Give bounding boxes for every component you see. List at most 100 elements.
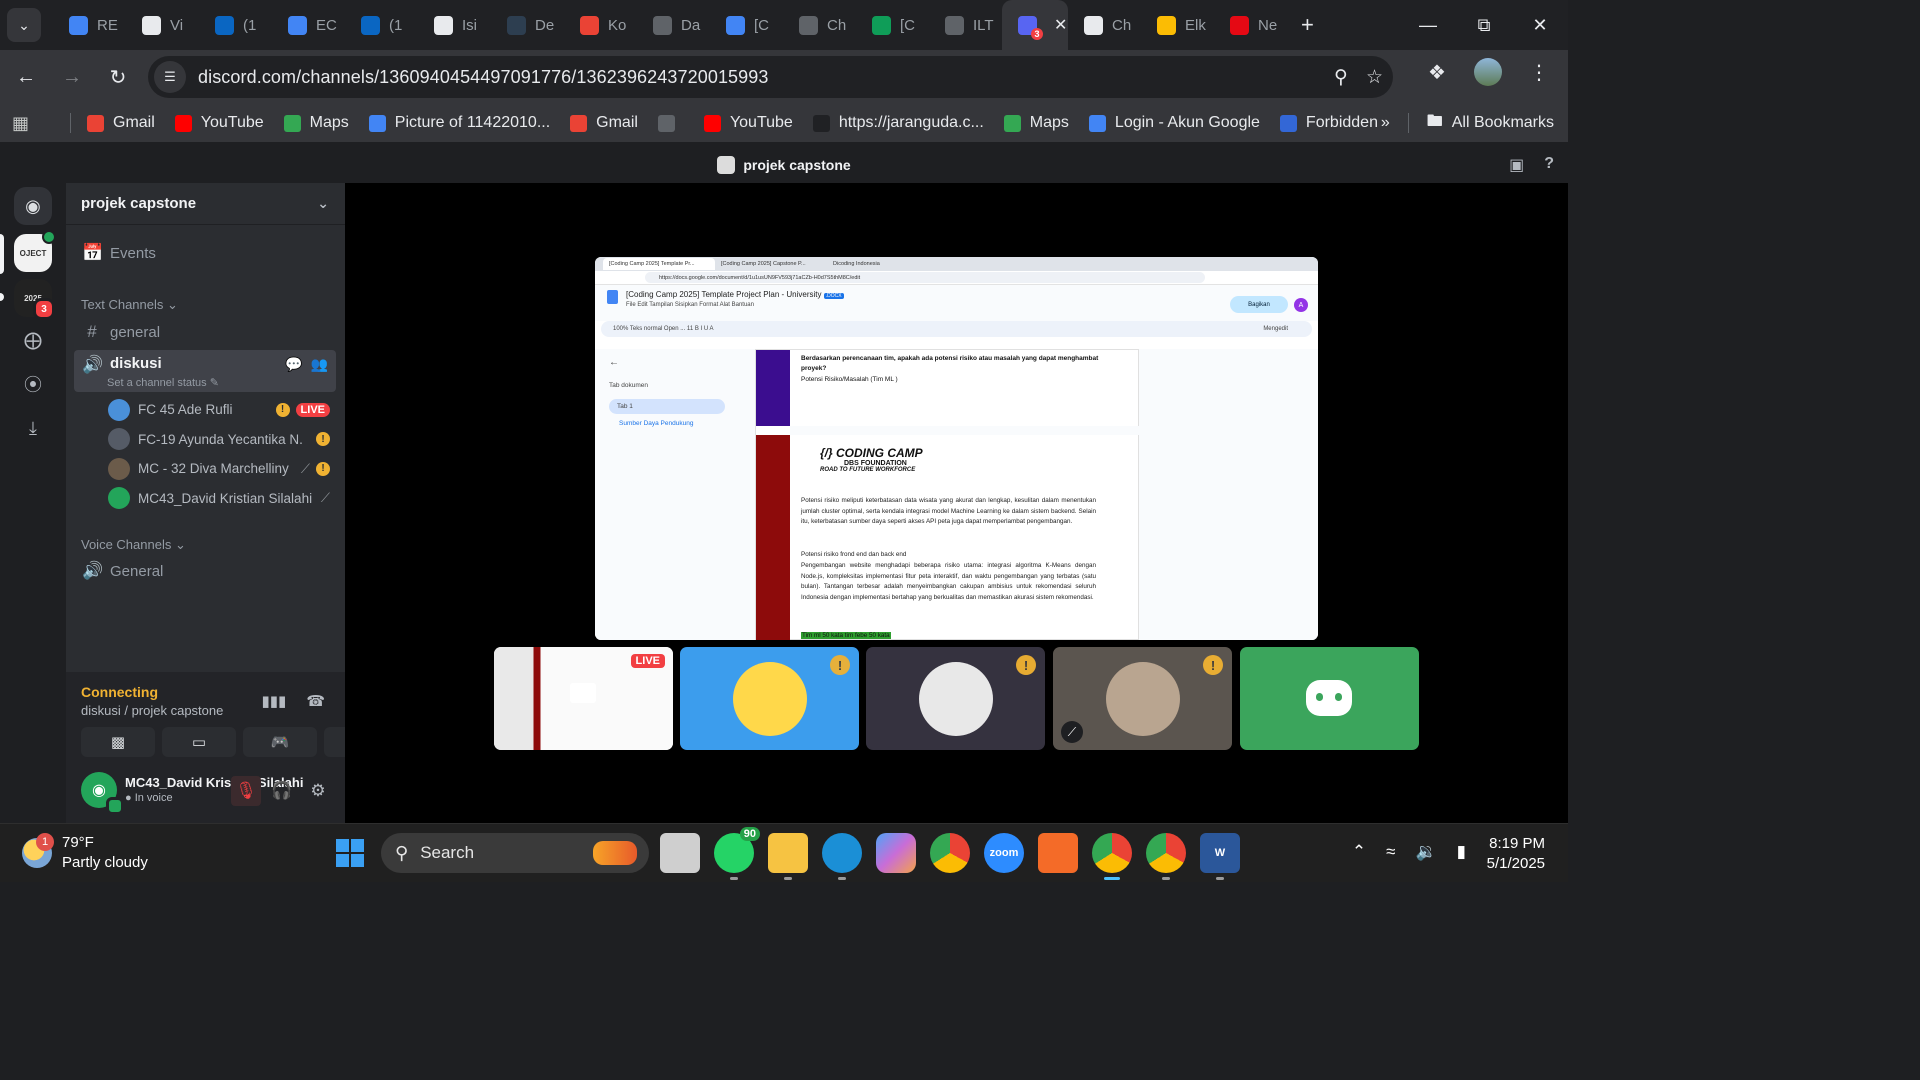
settings-gear-icon[interactable]: ⚙ xyxy=(303,776,333,806)
minimize-icon[interactable]: — xyxy=(1400,0,1456,50)
apps-grid-icon[interactable]: ▦ xyxy=(12,113,52,134)
server-header[interactable]: projek capstone ⌄ xyxy=(66,183,345,225)
weather-widget[interactable]: 1 79°F Partly cloudy xyxy=(22,833,148,873)
address-bar[interactable]: ☰ discord.com/channels/13609404544970917… xyxy=(148,56,1393,98)
bookmark-item[interactable]: Forbidden xyxy=(1279,114,1378,132)
new-tab-button[interactable]: + xyxy=(1301,12,1314,38)
download-icon[interactable]: ⤓ xyxy=(14,409,52,447)
browser-tab[interactable]: Ne xyxy=(1214,0,1287,50)
channel-general-voice[interactable]: 🔊 General xyxy=(74,555,336,587)
voice-user[interactable]: FC 45 Ade Rufli! LIVE xyxy=(108,395,338,424)
headphones-icon[interactable]: 🎧 xyxy=(267,776,297,806)
help-icon[interactable]: ? xyxy=(1544,155,1554,175)
browser-tab[interactable]: Isi xyxy=(418,0,491,50)
server-coding-camp[interactable]: 2025 3 xyxy=(14,279,55,320)
bookmark-item[interactable]: Maps xyxy=(1003,114,1069,132)
task-view-icon[interactable] xyxy=(660,833,700,873)
all-bookmarks-button[interactable]: 🖿 All Bookmarks xyxy=(1427,110,1554,137)
voice-user[interactable]: FC-19 Ayunda Yecantika N.! xyxy=(108,425,338,454)
word-icon[interactable]: W xyxy=(1200,833,1240,880)
browser-tab[interactable]: Vi xyxy=(126,0,199,50)
chrome-profile-icon[interactable] xyxy=(1146,833,1186,880)
activities-button[interactable]: 🎮 xyxy=(243,727,317,757)
address-url[interactable]: discord.com/channels/1360940454497091776… xyxy=(198,67,769,88)
zoom-icon[interactable]: ⚲ xyxy=(1334,66,1348,89)
invite-icon[interactable]: 👥 xyxy=(311,356,328,373)
server-projek-capstone[interactable]: OJECT xyxy=(14,230,56,272)
browser-tab[interactable]: EC xyxy=(272,0,345,50)
zoom-icon[interactable]: zoom xyxy=(984,833,1024,873)
chrome-active-icon[interactable] xyxy=(1092,833,1132,880)
bookmark-item[interactable]: Gmail xyxy=(570,114,638,132)
browser-tab[interactable]: RE xyxy=(53,0,126,50)
restore-icon[interactable]: ⧉ xyxy=(1456,0,1512,50)
category-text-channels[interactable]: Text Channels ⌄ xyxy=(81,297,178,313)
voice-user[interactable]: MC - 32 Diva Marchelliny ⟋! xyxy=(108,454,338,483)
browser-tab[interactable]: Ch xyxy=(1068,0,1141,50)
add-server-icon[interactable]: ⨁ xyxy=(14,321,52,359)
events-button[interactable]: 📅 Events xyxy=(74,237,336,269)
chevron-up-icon[interactable]: ⌃ xyxy=(1352,842,1366,862)
bookmark-star-icon[interactable]: ☆ xyxy=(1366,66,1383,89)
explore-icon[interactable]: ⦿ xyxy=(14,365,52,403)
tile-user-david[interactable] xyxy=(1240,647,1419,750)
start-button[interactable] xyxy=(336,839,364,867)
battery-icon[interactable]: ▮ xyxy=(1457,842,1466,862)
clock[interactable]: 8:19 PM 5/1/2025 xyxy=(1487,834,1545,874)
forward-button[interactable]: → xyxy=(52,57,92,97)
browser-tab[interactable]: Elk xyxy=(1141,0,1214,50)
tile-user-ayunda[interactable]: ! xyxy=(866,647,1045,750)
browser-tab[interactable]: De xyxy=(491,0,564,50)
edge-icon[interactable] xyxy=(822,833,862,880)
whatsapp-icon[interactable]: 90 xyxy=(714,827,760,880)
category-voice-channels[interactable]: Voice Channels ⌄ xyxy=(81,537,186,553)
browser-tab[interactable]: ILT xyxy=(929,0,1002,50)
voice-activity-icon[interactable]: ▮▮▮ xyxy=(262,692,287,710)
bookmark-item[interactable]: Maps xyxy=(283,114,349,132)
more-bookmarks-icon[interactable]: » xyxy=(1381,114,1390,132)
close-window-icon[interactable]: ✕ xyxy=(1512,0,1568,50)
tile-screen-share[interactable]: LIVE xyxy=(494,647,673,750)
site-info-icon[interactable]: ☰ xyxy=(154,61,186,93)
browser-tab[interactable]: [C xyxy=(710,0,783,50)
bookmark-item[interactable]: YouTube xyxy=(703,114,793,132)
tile-user-diva[interactable]: ! ⟋ xyxy=(1053,647,1232,750)
chrome-icon[interactable] xyxy=(930,833,970,873)
set-channel-status[interactable]: Set a channel status ✎ xyxy=(107,376,219,389)
chat-bubble-icon[interactable]: 💬 xyxy=(285,356,302,373)
inbox-icon[interactable]: ▣ xyxy=(1509,155,1524,175)
browser-tab[interactable]: Ch xyxy=(783,0,856,50)
bookmark-item[interactable]: https://jaranguda.c... xyxy=(812,114,984,132)
bookmark-item[interactable]: Picture of 11422010... xyxy=(368,114,550,132)
reload-button[interactable]: ↻ xyxy=(98,57,138,97)
browser-tab[interactable]: (1 xyxy=(199,0,272,50)
bandicam-icon[interactable] xyxy=(1038,833,1078,873)
kebab-menu-icon[interactable]: ⋮ xyxy=(1524,60,1554,85)
browser-tab[interactable]: Ko xyxy=(564,0,637,50)
taskbar-search[interactable]: ⚲ Search xyxy=(381,833,649,873)
camera-off-button[interactable]: ▩ xyxy=(81,727,155,757)
extensions-icon[interactable]: ❖ xyxy=(1422,60,1452,85)
bookmark-item[interactable]: YouTube xyxy=(174,114,264,132)
tile-user-ade[interactable]: ! xyxy=(680,647,859,750)
volume-icon[interactable]: 🔉 xyxy=(1415,842,1436,862)
browser-tab-active[interactable]: 3 ✕ xyxy=(1002,0,1068,50)
disconnect-icon[interactable]: ☎ xyxy=(306,692,325,710)
profile-avatar[interactable] xyxy=(1474,58,1502,86)
discord-home-icon[interactable]: ◉ xyxy=(14,187,52,225)
close-tab-icon[interactable]: ✕ xyxy=(1054,15,1067,35)
mute-mic-icon[interactable]: 🎙 xyxy=(231,776,261,806)
browser-tab[interactable]: (1 xyxy=(345,0,418,50)
browser-tab[interactable]: Da xyxy=(637,0,710,50)
share-screen-button[interactable]: ▭ xyxy=(162,727,236,757)
channel-general[interactable]: # general xyxy=(74,316,336,348)
tab-search-chevron-icon[interactable]: ⌄ xyxy=(7,8,41,42)
browser-tab[interactable]: [C xyxy=(856,0,929,50)
back-button[interactable]: ← xyxy=(6,57,46,97)
wifi-icon[interactable]: ≈ xyxy=(1386,842,1395,862)
bookmark-item[interactable]: Login - Akun Google xyxy=(1088,114,1260,132)
copilot-icon[interactable] xyxy=(876,833,916,873)
voice-user[interactable]: MC43_David Kristian Silalahi ⟋ xyxy=(108,484,338,513)
file-explorer-icon[interactable] xyxy=(768,833,808,880)
bookmark-item[interactable]: Gmail xyxy=(87,114,155,132)
